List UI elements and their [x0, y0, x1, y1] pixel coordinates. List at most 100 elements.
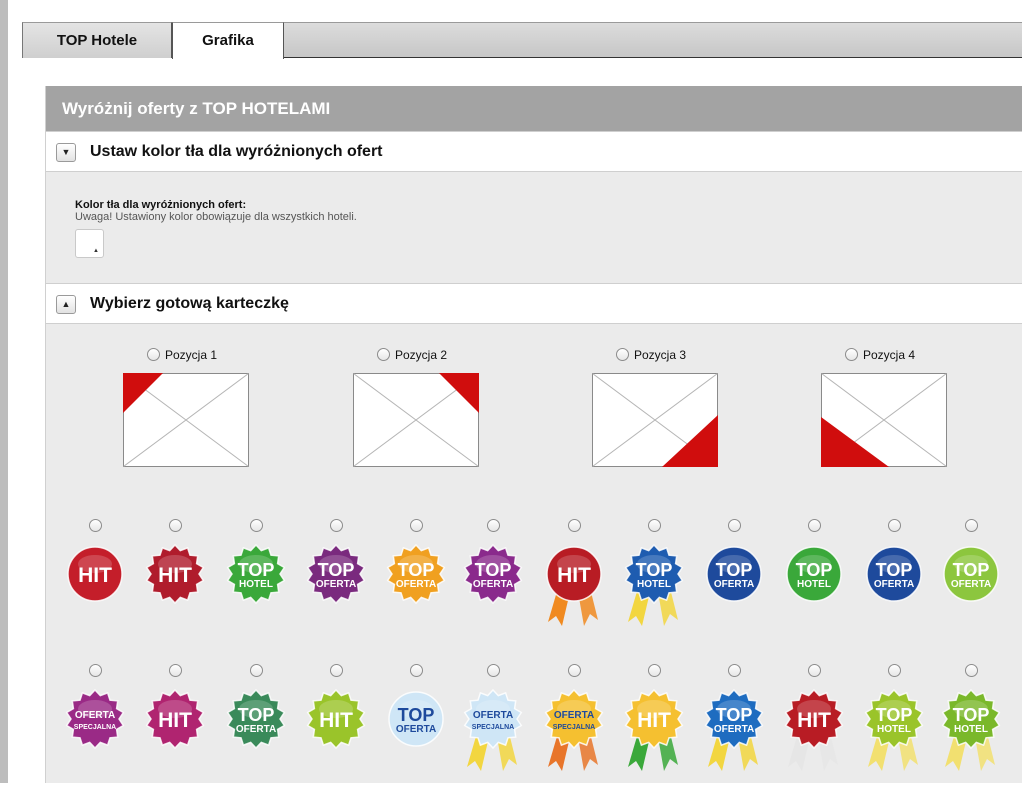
badge-text: TOP	[953, 560, 990, 580]
card-section-title: Wybierz gotową karteczkę	[90, 295, 289, 312]
position-preview[interactable]	[821, 373, 947, 467]
position-preview[interactable]	[592, 373, 718, 467]
badge-subtext: OFERTA	[714, 579, 754, 590]
badge-text: TOP	[636, 560, 673, 580]
top-badge-icon[interactable]: TOP HOTEL	[621, 541, 687, 651]
collapse-toggle-button[interactable]: ▼	[56, 143, 76, 162]
badge-radio[interactable]	[89, 519, 102, 532]
badge-subtext: HOTEL	[239, 579, 273, 590]
top-badge-icon[interactable]: TOP HOTEL	[938, 686, 1004, 796]
badge-subtext: OFERTA	[951, 579, 991, 590]
badge-text: TOP	[953, 705, 990, 725]
oferta-badge-icon[interactable]: OFERTA SPECJALNA	[460, 686, 526, 796]
window-top-edge	[0, 0, 1022, 8]
badge-subtext: OFERTA	[316, 579, 356, 590]
badge-radio[interactable]	[965, 664, 978, 677]
badge-text: TOP	[716, 560, 753, 580]
position-label: Pozycja 1	[165, 348, 218, 362]
hit-badge-icon[interactable]: HIT	[62, 541, 128, 651]
badge-subtext: HOTEL	[797, 579, 831, 590]
badge-text: OFERTA	[75, 710, 115, 721]
card-section-header[interactable]: ▲ Wybierz gotową karteczkę	[46, 283, 1022, 324]
background-color-label: Kolor tła dla wyróżnionych ofert:	[75, 199, 247, 211]
badge-subtext: SPECJALNA	[472, 724, 514, 731]
hit-badge-icon[interactable]: HIT	[142, 541, 208, 651]
position-preview[interactable]	[353, 373, 479, 467]
badge-radio[interactable]	[808, 664, 821, 677]
hit-badge-icon[interactable]: HIT	[142, 686, 208, 796]
hit-badge-icon[interactable]: HIT	[621, 686, 687, 796]
top-badge-icon[interactable]: TOP OFERTA	[861, 541, 927, 651]
top-badge-icon[interactable]: TOP OFERTA	[938, 541, 1004, 651]
badge-text: TOP	[398, 705, 435, 725]
badge-radio[interactable]	[169, 519, 182, 532]
badge-text: HIT	[319, 709, 353, 732]
badge-radio[interactable]	[568, 664, 581, 677]
background-color-section-title: Ustaw kolor tła dla wyróżnionych ofert	[90, 143, 383, 160]
badge-subtext: OFERTA	[396, 579, 436, 590]
badge-subtext: HOTEL	[637, 579, 671, 590]
badge-subtext: OFERTA	[714, 724, 754, 735]
badge-subtext: HOTEL	[877, 724, 911, 735]
hit-badge-icon[interactable]: HIT	[541, 541, 607, 651]
badge-radio[interactable]	[808, 519, 821, 532]
top-badge-icon[interactable]: TOP OFERTA	[223, 686, 289, 796]
badge-radio[interactable]	[410, 664, 423, 677]
top-badge-icon[interactable]: TOP OFERTA	[701, 686, 767, 796]
badge-radio[interactable]	[888, 664, 901, 677]
top-badge-icon[interactable]: TOP HOTEL	[861, 686, 927, 796]
position-radio[interactable]	[845, 348, 858, 361]
position-radio[interactable]	[377, 348, 390, 361]
badge-radio[interactable]	[250, 664, 263, 677]
badge-text: TOP	[716, 705, 753, 725]
badge-text: TOP	[876, 705, 913, 725]
badge-subtext: SPECJALNA	[74, 724, 116, 731]
badge-radio[interactable]	[648, 519, 661, 532]
badge-subtext: OFERTA	[874, 579, 914, 590]
background-color-section-header[interactable]: ▼ Ustaw kolor tła dla wyróżnionych ofert	[46, 131, 1022, 172]
expand-toggle-button[interactable]: ▲	[56, 295, 76, 314]
tab-top-hotele[interactable]: TOP Hotele	[22, 22, 172, 58]
badge-subtext: SPECJALNA	[553, 724, 595, 731]
badge-text: HIT	[557, 564, 591, 587]
badge-text: HIT	[797, 709, 831, 732]
badge-radio[interactable]	[330, 664, 343, 677]
badge-radio[interactable]	[568, 519, 581, 532]
badge-radio[interactable]	[330, 519, 343, 532]
top-badge-icon[interactable]: TOP OFERTA	[460, 541, 526, 651]
top-badge-icon[interactable]: TOP HOTEL	[223, 541, 289, 651]
badge-radio[interactable]	[89, 664, 102, 677]
hit-badge-icon[interactable]: HIT	[303, 686, 369, 796]
badge-radio[interactable]	[965, 519, 978, 532]
caret-up-icon: ▲	[93, 248, 99, 254]
badge-radio[interactable]	[169, 664, 182, 677]
oferta-badge-icon[interactable]: OFERTA SPECJALNA	[541, 686, 607, 796]
background-color-picker[interactable]: ▲	[75, 229, 104, 258]
badge-subtext: OFERTA	[396, 724, 436, 735]
badge-text: TOP	[796, 560, 833, 580]
badge-text: HIT	[78, 564, 112, 587]
top-badge-icon[interactable]: TOP OFERTA	[303, 541, 369, 651]
position-radio[interactable]	[147, 348, 160, 361]
badge-radio[interactable]	[487, 519, 500, 532]
top-badge-icon[interactable]: TOP OFERTA	[383, 686, 449, 796]
badge-text: OFERTA	[554, 710, 594, 721]
tab-grafika[interactable]: Grafika	[172, 22, 284, 59]
badge-radio[interactable]	[648, 664, 661, 677]
oferta-badge-icon[interactable]: OFERTA SPECJALNA	[62, 686, 128, 796]
badge-radio[interactable]	[487, 664, 500, 677]
hit-badge-icon[interactable]: HIT	[781, 686, 847, 796]
badge-text: HIT	[158, 709, 192, 732]
badge-radio[interactable]	[410, 519, 423, 532]
badge-radio[interactable]	[888, 519, 901, 532]
position-preview[interactable]	[123, 373, 249, 467]
badge-text: OFERTA	[473, 710, 513, 721]
badge-radio[interactable]	[250, 519, 263, 532]
badge-radio[interactable]	[728, 664, 741, 677]
badge-text: TOP	[475, 560, 512, 580]
badge-radio[interactable]	[728, 519, 741, 532]
top-badge-icon[interactable]: TOP OFERTA	[701, 541, 767, 651]
position-radio[interactable]	[616, 348, 629, 361]
top-badge-icon[interactable]: TOP HOTEL	[781, 541, 847, 651]
top-badge-icon[interactable]: TOP OFERTA	[383, 541, 449, 651]
